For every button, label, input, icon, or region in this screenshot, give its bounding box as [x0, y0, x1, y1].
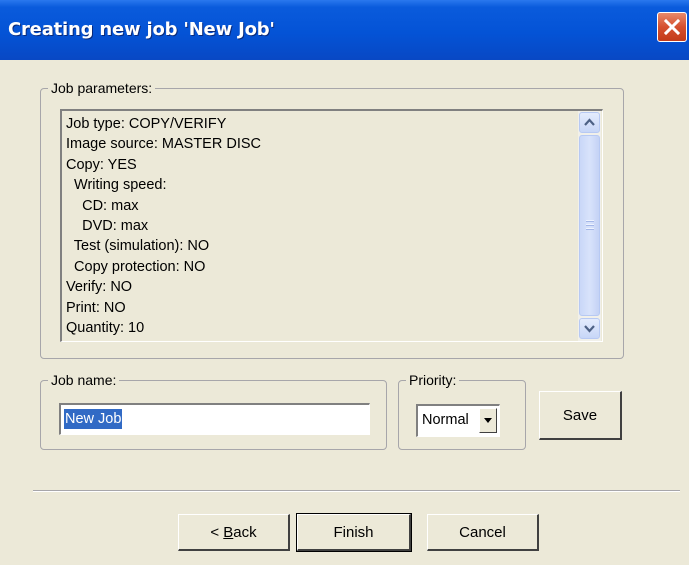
- priority-legend: Priority:: [406, 372, 460, 388]
- cancel-button[interactable]: Cancel: [427, 514, 539, 551]
- priority-select[interactable]: Normal: [416, 404, 500, 437]
- parameter-line: Verify: NO: [66, 279, 133, 296]
- parameter-line: Print: NO: [66, 299, 126, 316]
- parameter-line: DVD: max: [66, 218, 149, 235]
- close-button[interactable]: [657, 12, 687, 42]
- back-label: < Back: [210, 523, 257, 541]
- scroll-down-arrow-icon: [584, 325, 595, 333]
- parameter-line: Quantity: 10: [66, 320, 145, 337]
- save-button[interactable]: Save: [539, 391, 622, 440]
- title-bar[interactable]: Creating new job 'New Job': [0, 0, 689, 60]
- finish-button[interactable]: Finish: [296, 513, 412, 552]
- separator: [33, 490, 680, 492]
- parameter-lines: Job type: COPY/VERIFY Image source: MASTE…: [66, 114, 576, 338]
- window-title: Creating new job 'New Job': [8, 19, 275, 40]
- job-name-legend: Job name:: [48, 372, 120, 388]
- parameter-line: Job type: COPY/VERIFY: [66, 116, 227, 132]
- dropdown-arrow-icon: [484, 418, 492, 423]
- scroll-up-arrow-icon: [584, 118, 595, 126]
- parameter-line: Writing speed:: [66, 177, 167, 194]
- parameter-line: CD: max: [66, 197, 139, 214]
- close-icon: [664, 19, 680, 35]
- cancel-label: Cancel: [459, 523, 506, 541]
- parameter-line: Test (simulation): NO: [66, 238, 210, 255]
- scroll-down-button[interactable]: [579, 318, 600, 339]
- scroll-thumb[interactable]: [579, 135, 600, 316]
- job-parameters-legend: Job parameters:: [48, 80, 156, 96]
- parameter-line: Image source: MASTER DISC: [66, 136, 261, 153]
- parameter-line: Copy protection: NO: [66, 258, 206, 275]
- save-label: Save: [562, 406, 598, 424]
- back-button[interactable]: < Back: [178, 514, 290, 551]
- scroll-up-button[interactable]: [579, 112, 600, 133]
- priority-dropdown-button[interactable]: [479, 408, 497, 433]
- job-name-input[interactable]: New Job: [59, 403, 370, 435]
- priority-value: Normal: [422, 412, 469, 428]
- job-name-value: New Job: [64, 409, 123, 429]
- job-parameters-list[interactable]: Job type: COPY/VERIFY Image source: MASTE…: [60, 109, 603, 342]
- parameter-line: Copy: YES: [66, 156, 137, 173]
- finish-label: Finish: [333, 523, 374, 541]
- vertical-scrollbar[interactable]: [578, 111, 601, 341]
